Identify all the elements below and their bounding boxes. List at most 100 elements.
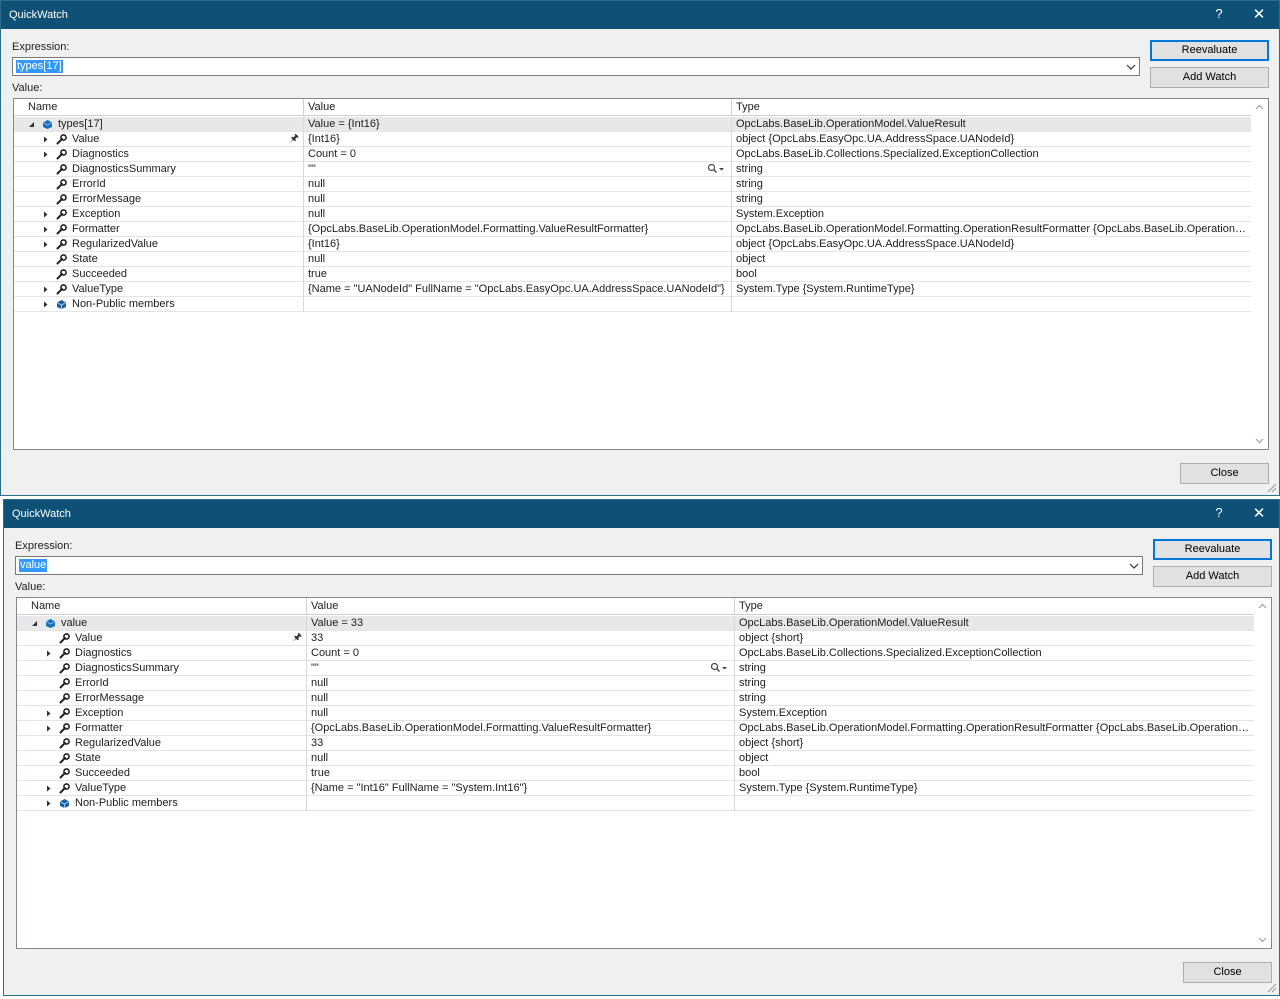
value-cell[interactable]: null (304, 207, 732, 222)
value-cell[interactable]: Count = 0 (307, 646, 735, 661)
expand-arrow-icon[interactable] (45, 725, 52, 732)
table-row[interactable]: DiagnosticsSummary "" string (17, 661, 1271, 676)
expand-arrow-icon[interactable] (42, 136, 49, 143)
expand-arrow-icon[interactable] (45, 710, 52, 717)
value-cell[interactable] (304, 297, 732, 312)
table-row[interactable]: ErrorId null string (14, 177, 1268, 192)
value-cell[interactable]: Value = {Int16} (304, 117, 732, 132)
expand-arrow-icon[interactable] (42, 301, 49, 308)
table-row[interactable]: ErrorMessage null string (17, 691, 1271, 706)
column-header-value[interactable]: Value (304, 99, 732, 116)
table-row[interactable]: Succeeded true bool (14, 267, 1268, 282)
table-row[interactable]: Diagnostics Count = 0 OpcLabs.BaseLib.Coll… (14, 147, 1268, 162)
value-cell[interactable]: {OpcLabs.BaseLib.OperationModel.Formatti… (307, 721, 735, 736)
value-cell[interactable]: null (304, 252, 732, 267)
table-row[interactable]: RegularizedValue 33 object {short} (17, 736, 1271, 751)
pin-icon[interactable]: 🖈 (290, 132, 299, 146)
value-cell[interactable]: null (307, 706, 735, 721)
table-row[interactable]: types[17] Value = {Int16} OpcLabs.BaseLib.… (14, 117, 1268, 132)
column-header-type[interactable]: Type (732, 99, 1252, 116)
close-button[interactable]: Close (1180, 463, 1269, 484)
scroll-down-icon[interactable] (1258, 935, 1267, 944)
window-close-button[interactable]: ✕ (1251, 5, 1267, 23)
close-button[interactable]: Close (1183, 962, 1272, 983)
value-cell[interactable] (307, 796, 735, 811)
reevaluate-button[interactable]: Reevaluate (1153, 539, 1272, 560)
table-row[interactable]: Succeeded true bool (17, 766, 1271, 781)
collapse-arrow-icon[interactable] (31, 620, 38, 627)
chevron-down-icon[interactable] (1126, 61, 1136, 73)
table-row[interactable]: Non-Public members (14, 297, 1268, 312)
expression-combobox[interactable]: value (15, 556, 1143, 575)
column-header-value[interactable]: Value (307, 598, 735, 615)
reevaluate-button[interactable]: Reevaluate (1150, 40, 1269, 61)
resize-grip-icon[interactable] (1267, 983, 1277, 993)
table-row[interactable]: Non-Public members (17, 796, 1271, 811)
table-row[interactable]: ValueType {Name = "UANodeId" FullName = "… (14, 282, 1268, 297)
table-row[interactable]: Formatter {OpcLabs.BaseLib.OperationModel… (17, 721, 1271, 736)
expand-arrow-icon[interactable] (42, 241, 49, 248)
value-cell[interactable]: null (304, 177, 732, 192)
table-row[interactable]: Value 🖈 {Int16} object {OpcLabs.EasyOpc.UA.… (14, 132, 1268, 147)
resize-grip-icon[interactable] (1267, 483, 1277, 493)
collapse-arrow-icon[interactable] (28, 121, 35, 128)
value-cell[interactable]: true (304, 267, 732, 282)
table-row[interactable]: ErrorMessage null string (14, 192, 1268, 207)
value-cell[interactable]: {Name = "UANodeId" FullName = "OpcLabs.E… (304, 282, 732, 297)
table-row[interactable]: value Value = 33 OpcLabs.BaseLib.Operation… (17, 616, 1271, 631)
expand-arrow-icon[interactable] (45, 650, 52, 657)
table-row[interactable]: ErrorId null string (17, 676, 1271, 691)
table-row[interactable]: Value 🖈 33 object {short} (17, 631, 1271, 646)
expression-combobox[interactable]: types[17] (12, 57, 1140, 76)
table-row[interactable]: Exception null System.Exception (17, 706, 1271, 721)
table-row[interactable]: Formatter {OpcLabs.BaseLib.OperationModel… (14, 222, 1268, 237)
expand-arrow-icon[interactable] (45, 800, 52, 807)
value-cell[interactable]: {OpcLabs.BaseLib.OperationModel.Formatti… (304, 222, 732, 237)
value-cell[interactable]: 33 (307, 631, 735, 646)
value-cell[interactable]: null (307, 751, 735, 766)
table-row[interactable]: State null object (17, 751, 1271, 766)
title-bar[interactable]: QuickWatch ? ✕ (1, 1, 1279, 29)
column-header-type[interactable]: Type (735, 598, 1255, 615)
column-header-name[interactable]: Name (24, 99, 304, 116)
vertical-scrollbar[interactable] (1251, 99, 1268, 449)
value-cell[interactable]: null (307, 676, 735, 691)
magnifier-icon[interactable] (707, 163, 725, 175)
table-row[interactable]: Diagnostics Count = 0 OpcLabs.BaseLib.Coll… (17, 646, 1271, 661)
table-row[interactable]: ValueType {Name = "Int16" FullName = "Sys… (17, 781, 1271, 796)
expand-arrow-icon[interactable] (42, 151, 49, 158)
value-cell[interactable]: null (304, 192, 732, 207)
value-cell[interactable]: Count = 0 (304, 147, 732, 162)
magnifier-icon[interactable] (710, 662, 728, 674)
value-cell[interactable]: 33 (307, 736, 735, 751)
table-row[interactable]: State null object (14, 252, 1268, 267)
scroll-up-icon[interactable] (1258, 602, 1267, 611)
help-button[interactable]: ? (1211, 6, 1227, 21)
vertical-scrollbar[interactable] (1254, 598, 1271, 948)
help-button[interactable]: ? (1211, 505, 1227, 520)
expand-arrow-icon[interactable] (42, 226, 49, 233)
add-watch-button[interactable]: Add Watch (1150, 67, 1269, 88)
title-bar[interactable]: QuickWatch ? ✕ (4, 500, 1279, 528)
value-cell[interactable]: "" (307, 661, 735, 676)
table-row[interactable]: RegularizedValue {Int16} object {OpcLabs.E… (14, 237, 1268, 252)
value-cell[interactable]: true (307, 766, 735, 781)
column-header-name[interactable]: Name (27, 598, 307, 615)
value-cell[interactable]: {Int16} (304, 132, 732, 147)
chevron-down-icon[interactable] (1129, 560, 1139, 572)
expand-arrow-icon[interactable] (45, 785, 52, 792)
value-cell[interactable]: {Name = "Int16" FullName = "System.Int16… (307, 781, 735, 796)
value-cell[interactable]: null (307, 691, 735, 706)
value-cell[interactable]: Value = 33 (307, 616, 735, 631)
value-cell[interactable]: {Int16} (304, 237, 732, 252)
table-row[interactable]: DiagnosticsSummary "" string (14, 162, 1268, 177)
value-cell[interactable]: "" (304, 162, 732, 177)
expand-arrow-icon[interactable] (42, 211, 49, 218)
scroll-down-icon[interactable] (1255, 436, 1264, 445)
expand-arrow-icon[interactable] (42, 286, 49, 293)
table-row[interactable]: Exception null System.Exception (14, 207, 1268, 222)
window-close-button[interactable]: ✕ (1251, 504, 1267, 522)
scroll-up-icon[interactable] (1255, 103, 1264, 112)
pin-icon[interactable]: 🖈 (293, 631, 302, 645)
add-watch-button[interactable]: Add Watch (1153, 566, 1272, 587)
